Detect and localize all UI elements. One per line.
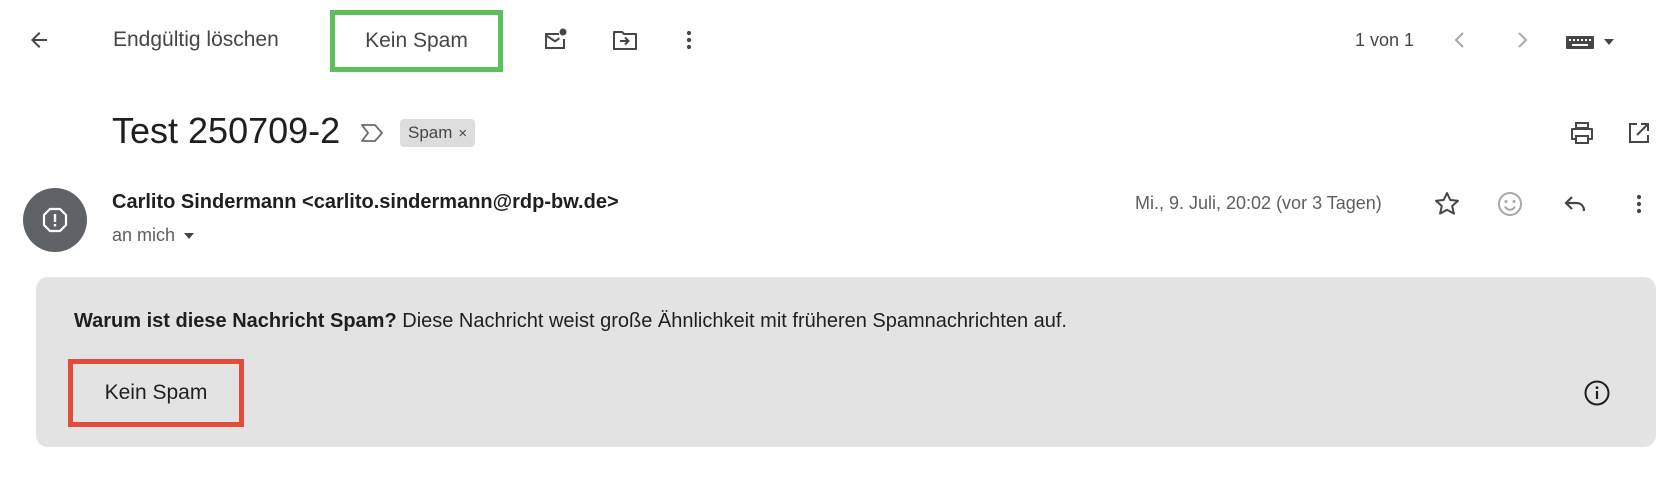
pagination-text: 1 von 1 [1355, 30, 1415, 50]
not-spam-toolbar-button[interactable]: Kein Spam [330, 10, 503, 72]
open-new-window-button[interactable] [1619, 113, 1659, 153]
chevron-left-icon [1454, 32, 1464, 48]
sender-avatar [23, 188, 87, 252]
keyboard-icon [1566, 36, 1594, 49]
reply-button[interactable] [1555, 184, 1595, 224]
caret-down-icon [1604, 39, 1614, 45]
not-spam-toolbar-label: Kein Spam [365, 29, 468, 52]
emoji-icon [1498, 192, 1522, 216]
older-button[interactable] [1502, 20, 1542, 60]
caret-down-icon [184, 232, 195, 239]
move-to-button[interactable] [605, 20, 645, 60]
chevron-right-icon [1518, 32, 1528, 48]
open-in-new-icon [1629, 123, 1649, 143]
recipient-text: an mich [112, 225, 176, 245]
star-button[interactable] [1427, 184, 1467, 224]
not-spam-banner-button[interactable]: Kein Spam [68, 359, 244, 427]
label-chip-text: Spam [408, 123, 453, 142]
email-subject: Test 250709-2 [112, 110, 341, 151]
more-vert-icon [1636, 194, 1642, 214]
info-icon [1584, 380, 1610, 406]
back-button[interactable] [19, 20, 59, 60]
newer-button[interactable] [1440, 20, 1480, 60]
spam-warning-banner: Warum ist diese Nachricht Spam? Diese Na… [36, 277, 1656, 447]
mail-unread-icon [545, 28, 567, 49]
print-icon [1571, 122, 1593, 144]
input-tools-button[interactable] [1565, 28, 1625, 56]
more-vert-icon [686, 30, 692, 50]
not-spam-banner-label: Kein Spam [104, 381, 208, 404]
arrow-left-icon [31, 32, 47, 48]
print-all-button[interactable] [1562, 113, 1602, 153]
label-chip-spam: Spam × [400, 119, 476, 147]
importance-marker[interactable] [352, 113, 392, 153]
remove-label-icon[interactable]: × [458, 125, 467, 142]
spam-question: Warum ist diese Nachricht Spam? [74, 310, 397, 332]
sender-name[interactable]: Carlito Sindermann <carlito.sindermann@r… [112, 191, 619, 214]
spam-info-button[interactable] [1577, 373, 1617, 413]
delete-forever-button[interactable]: Endgültig löschen [113, 28, 279, 52]
reply-icon [1564, 196, 1586, 212]
message-more-button[interactable] [1619, 184, 1659, 224]
add-reaction-button[interactable] [1490, 184, 1530, 224]
more-options-button[interactable] [669, 20, 709, 60]
star-icon [1435, 192, 1459, 215]
email-date: Mi., 9. Juli, 20:02 (vor 3 Tagen) [1135, 193, 1382, 213]
label-importance-icon [361, 124, 383, 142]
spam-explanation: Diese Nachricht weist große Ähnlichkeit … [396, 310, 1067, 332]
recipient-details[interactable]: an mich [112, 225, 195, 246]
spam-reason-text: Warum ist diese Nachricht Spam? Diese Na… [74, 310, 1067, 333]
mark-unread-button[interactable] [535, 20, 575, 60]
move-to-folder-icon [613, 31, 637, 50]
warning-icon [42, 207, 68, 233]
